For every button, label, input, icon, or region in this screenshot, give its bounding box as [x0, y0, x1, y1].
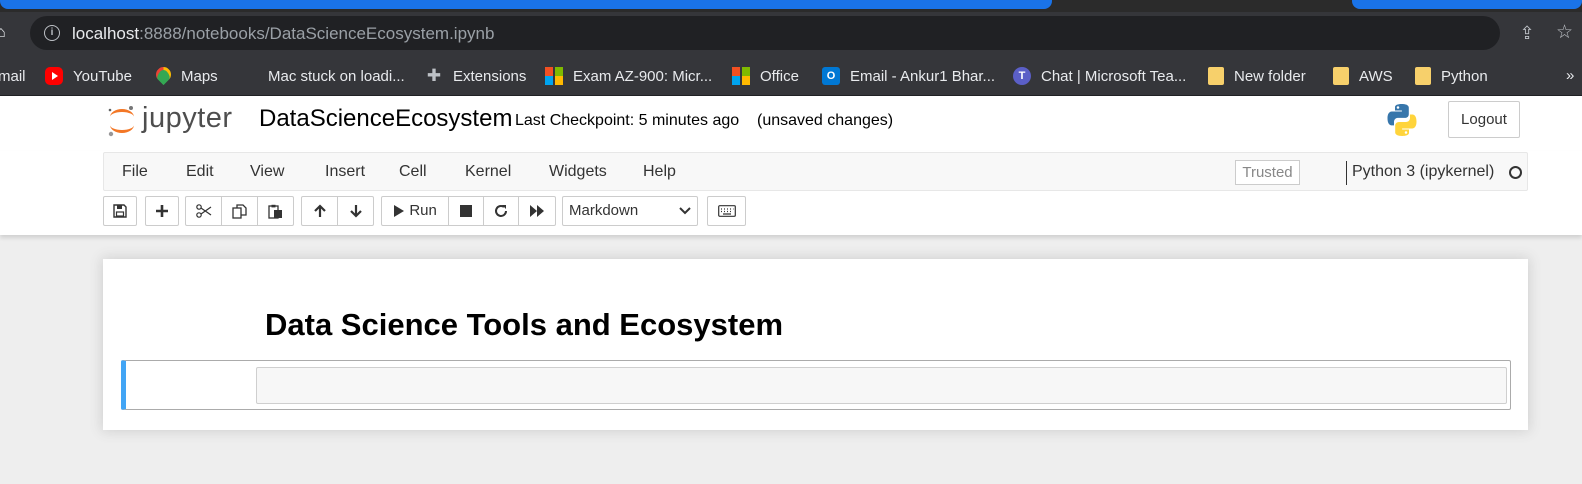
menubar: File Edit View Insert Cell Kernel Widget… — [103, 152, 1528, 191]
trusted-indicator[interactable]: Trusted — [1235, 160, 1300, 185]
menu-help[interactable]: Help — [643, 163, 676, 181]
browser-address-bar: ⌂ i localhost:8888/notebooks/DataScience… — [0, 12, 1582, 56]
move-cell-up-button[interactable] — [301, 196, 338, 226]
plus-icon — [156, 205, 168, 218]
omnibox[interactable]: i localhost:8888/notebooks/DataScienceEc… — [30, 16, 1500, 50]
site-info-icon[interactable]: i — [44, 25, 60, 41]
share-icon[interactable]: ⇪ — [1516, 22, 1538, 44]
bookmark-youtube[interactable]: YouTube — [45, 56, 132, 96]
microsoft-icon — [732, 67, 750, 85]
browser-tab-strip — [0, 0, 1582, 12]
bookmark-office[interactable]: Office — [732, 56, 799, 96]
bookmark-aws[interactable]: AWS — [1333, 56, 1393, 96]
cut-button[interactable] — [185, 196, 222, 226]
restart-icon — [495, 205, 507, 217]
url-text[interactable]: localhost:8888/notebooks/DataScienceEcos… — [72, 24, 494, 44]
kernel-name[interactable]: Python 3 (ipykernel) — [1352, 163, 1494, 181]
microsoft-icon — [545, 67, 563, 85]
home-icon[interactable]: ⌂ — [0, 24, 12, 42]
kernel-separator — [1346, 161, 1347, 185]
bookmark-mac-stuck[interactable]: Mac stuck on loadi... — [240, 56, 405, 96]
more-bookmarks-icon[interactable]: » — [1566, 56, 1574, 96]
run-button[interactable]: Run — [381, 196, 449, 226]
save-icon — [113, 204, 127, 218]
kernel-idle-indicator-icon — [1509, 166, 1522, 179]
scissors-icon — [195, 204, 211, 218]
browser-tab[interactable] — [1352, 0, 1582, 9]
command-palette-button[interactable] — [707, 196, 746, 226]
outlook-icon: O — [822, 67, 840, 85]
menu-file[interactable]: File — [122, 163, 148, 181]
cell-type-select[interactable]: Markdown — [562, 196, 698, 226]
notebook-container: Data Science Tools and Ecosystem — [103, 259, 1528, 430]
bookmarks-bar: mail YouTube Maps Mac stuck on loadi... … — [0, 56, 1582, 96]
bookmark-python[interactable]: Python — [1415, 56, 1488, 96]
restart-kernel-button[interactable] — [483, 196, 519, 226]
save-button[interactable] — [103, 196, 137, 226]
puzzle-icon: ✚ — [426, 66, 442, 85]
cell-input-area[interactable] — [256, 367, 1507, 404]
jupyter-logo-icon[interactable] — [107, 104, 137, 138]
menu-insert[interactable]: Insert — [325, 163, 365, 181]
bookmark-exam-az900[interactable]: Exam AZ-900: Micr... — [545, 56, 712, 96]
paste-icon — [268, 204, 282, 219]
bookmark-teams-chat[interactable]: T Chat | Microsoft Tea... — [1013, 56, 1186, 96]
copy-icon — [232, 203, 247, 219]
notebook-name[interactable]: DataScienceEcosystem — [259, 105, 512, 133]
bookmark-maps[interactable]: Maps — [153, 56, 218, 96]
folder-icon — [1415, 67, 1431, 85]
menu-view[interactable]: View — [250, 163, 284, 181]
bookmark-star-icon[interactable]: ☆ — [1556, 22, 1578, 44]
bookmark-email[interactable]: O Email - Ankur1 Bhar... — [822, 56, 995, 96]
unsaved-changes-status: (unsaved changes) — [757, 112, 894, 129]
paste-button[interactable] — [257, 196, 294, 226]
folder-icon — [1208, 67, 1224, 85]
menu-edit[interactable]: Edit — [186, 163, 214, 181]
jupyter-header: jupyter DataScienceEcosystem Last Checkp… — [0, 96, 1582, 151]
logout-button[interactable]: Logout — [1448, 101, 1520, 138]
jupyter-logo-text[interactable]: jupyter — [142, 102, 233, 135]
teams-icon: T — [1013, 67, 1031, 85]
apple-icon — [240, 67, 258, 85]
browser-tab-active[interactable] — [0, 0, 1052, 9]
menu-cell[interactable]: Cell — [399, 163, 427, 181]
keyboard-icon — [717, 205, 736, 217]
bookmark-extensions[interactable]: ✚ Extensions — [425, 56, 527, 96]
selected-cell[interactable] — [121, 360, 1511, 410]
arrow-up-icon — [313, 204, 326, 218]
copy-button[interactable] — [221, 196, 258, 226]
menu-kernel[interactable]: Kernel — [465, 163, 511, 181]
menu-widgets[interactable]: Widgets — [549, 163, 607, 181]
stop-icon — [460, 205, 472, 218]
play-icon — [394, 205, 405, 218]
restart-run-all-button[interactable] — [518, 196, 556, 226]
bookmark-new-folder[interactable]: New folder — [1208, 56, 1306, 96]
fast-forward-icon — [530, 205, 544, 218]
interrupt-kernel-button[interactable] — [448, 196, 484, 226]
youtube-icon — [45, 67, 63, 85]
python-logo-icon — [1387, 104, 1417, 136]
chevron-down-icon — [679, 197, 691, 225]
menubar-container: File Edit View Insert Cell Kernel Widget… — [0, 151, 1582, 235]
folder-icon — [1333, 67, 1349, 85]
move-cell-down-button[interactable] — [337, 196, 374, 226]
markdown-heading[interactable]: Data Science Tools and Ecosystem — [265, 307, 783, 343]
insert-cell-button[interactable] — [145, 196, 179, 226]
maps-icon — [153, 67, 171, 85]
arrow-down-icon — [349, 205, 362, 218]
bookmark-mail[interactable]: mail — [0, 56, 26, 96]
checkpoint-status: Last Checkpoint: 5 minutes ago — [515, 112, 740, 129]
